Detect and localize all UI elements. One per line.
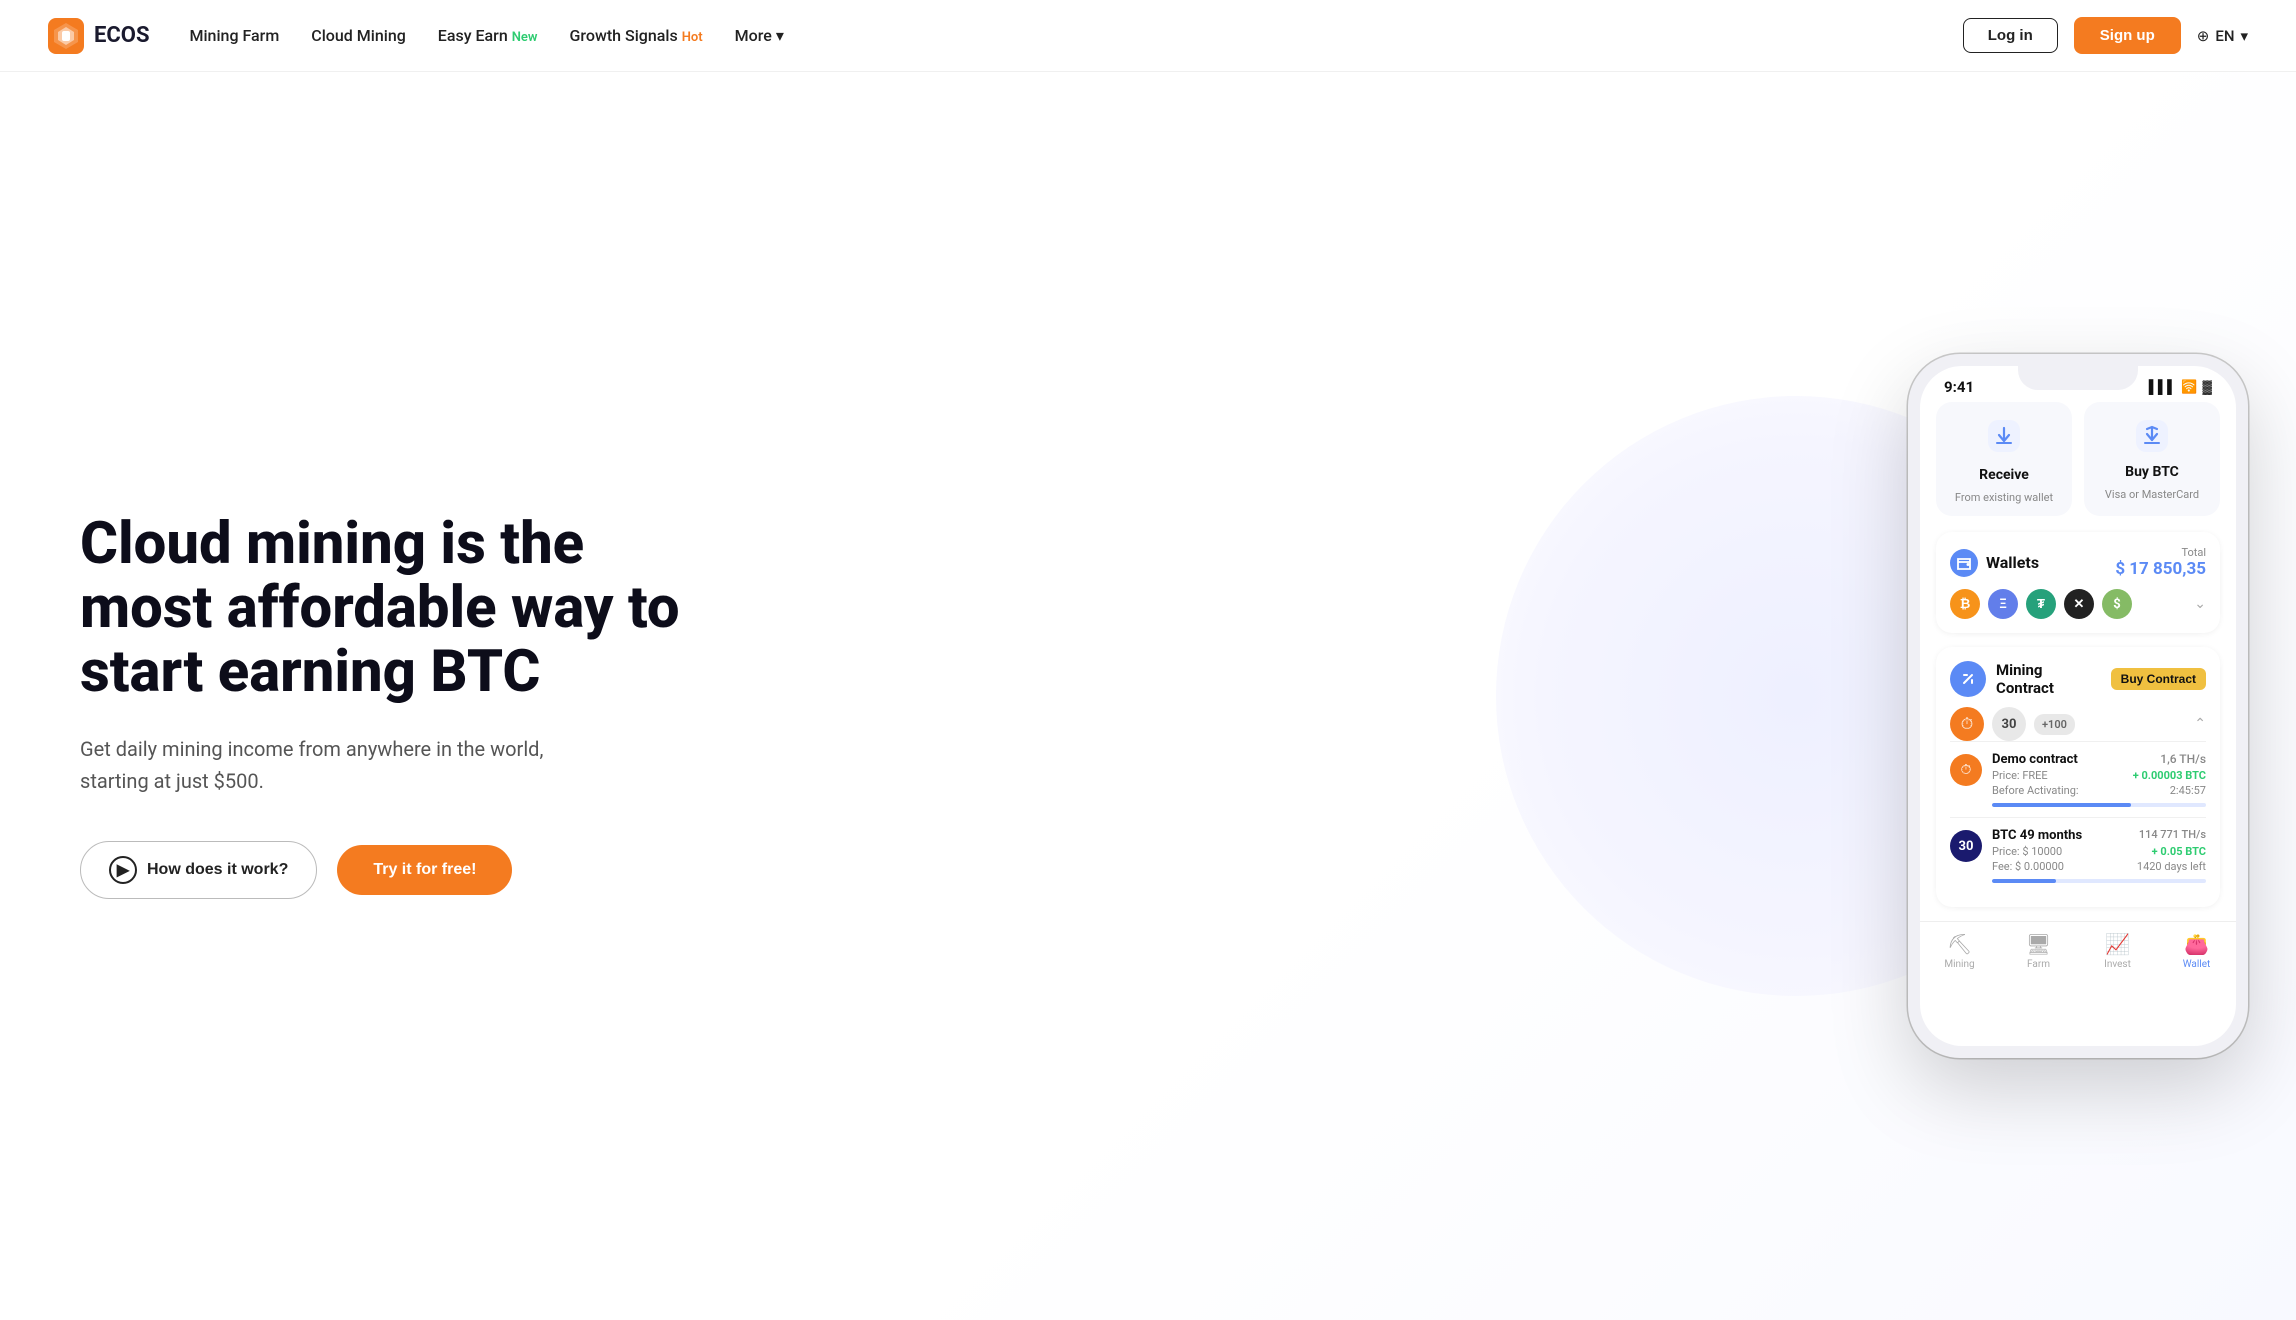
phone-content: Receive From existing wallet	[1920, 402, 2236, 994]
btc-contract-item: 30 BTC 49 months 114 771 TH/s Price: $ 1…	[1950, 817, 2206, 893]
demo-contract-time: Before Activating: 2:45:57	[1992, 784, 2206, 797]
btc-contract-progress-fill	[1992, 879, 2056, 883]
phone-inner: 9:41 ▌▌▌ 🛜 ▓	[1920, 366, 2236, 1046]
mining-header: Mining Contract Buy Contract	[1950, 661, 2206, 697]
play-icon: ▶	[109, 856, 137, 884]
demo-contract-progress	[1992, 803, 2206, 807]
btc-contract-title: BTC 49 months 114 771 TH/s	[1992, 828, 2206, 843]
wallet-title: Wallets	[1950, 549, 2039, 577]
btc-contract-detail2: Fee: $ 0.00000 1420 days left	[1992, 860, 2206, 873]
contracts-icons: ⏱ 30 +100 ⌃	[1950, 707, 2206, 741]
navbar-left: ECOS Mining Farm Cloud Mining Easy EarnN…	[48, 18, 784, 54]
bottom-nav-farm[interactable]: 🖥 Farm	[1999, 932, 2078, 970]
phone-notch	[2018, 366, 2138, 390]
wallet-coins: ₿ Ξ ₮ ✕ $ ⌄	[1950, 589, 2206, 619]
phone-mockup: 9:41 ▌▌▌ 🛜 ▓	[1908, 354, 2248, 1058]
logo[interactable]: ECOS	[48, 18, 149, 54]
demo-contract-item: ⏱ Demo contract 1,6 TH/s Price: FREE + 0…	[1950, 741, 2206, 817]
wallet-header: Wallets Total $ 17 850,35	[1950, 546, 2206, 579]
coin-btc: ₿	[1950, 589, 1980, 619]
wallet-total: Total $ 17 850,35	[2115, 546, 2206, 579]
mining-nav-icon: ⛏	[1947, 932, 1972, 956]
btc-contract-body: BTC 49 months 114 771 TH/s Price: $ 1000…	[1992, 828, 2206, 883]
chevron-up-icon[interactable]: ⌃	[2194, 716, 2206, 732]
action-row: Receive From existing wallet	[1936, 402, 2220, 516]
bottom-nav-invest[interactable]: 📈 Invest	[2078, 932, 2157, 970]
hero-title: Cloud mining is the most affordable way …	[80, 513, 720, 704]
navbar-right: Log in Sign up ⊕ EN ▾	[1963, 17, 2248, 54]
btc-contract-days-badge: 30	[1950, 830, 1982, 862]
badge-hot: Hot	[682, 30, 703, 45]
farm-nav-icon: 🖥	[2026, 932, 2051, 956]
hero-section: Cloud mining is the most affordable way …	[0, 72, 2296, 1320]
logo-icon	[48, 18, 84, 54]
contract-more-badge: +100	[2034, 714, 2075, 735]
receive-icon	[1988, 420, 2020, 459]
receive-subtitle: From existing wallet	[1955, 491, 2053, 504]
brand-name: ECOS	[94, 23, 149, 48]
signal-icon: ▌▌▌	[2149, 379, 2177, 395]
wifi-icon: 🛜	[2181, 380, 2197, 395]
navbar: ECOS Mining Farm Cloud Mining Easy EarnN…	[0, 0, 2296, 72]
bottom-nav-wallet[interactable]: 👛 Wallet	[2157, 932, 2236, 970]
buy-btc-subtitle: Visa or MasterCard	[2105, 488, 2199, 501]
nav-easy-earn[interactable]: Easy EarnNew	[438, 26, 538, 45]
how-it-works-button[interactable]: ▶ How does it work?	[80, 841, 317, 899]
contract-timer-icon: ⏱	[1950, 707, 1984, 741]
nav-mining-farm[interactable]: Mining Farm	[189, 26, 279, 45]
phone-outer: 9:41 ▌▌▌ 🛜 ▓	[1908, 354, 2248, 1058]
nav-cloud-mining[interactable]: Cloud Mining	[311, 26, 406, 45]
wallet-section: Wallets Total $ 17 850,35 ₿ Ξ ₮ ✕	[1936, 532, 2220, 633]
wallet-total-value: $ 17 850,35	[2115, 559, 2206, 579]
coin-usdt: ₮	[2026, 589, 2056, 619]
btc-contract-progress	[1992, 879, 2206, 883]
try-free-button[interactable]: Try it for free!	[337, 845, 512, 895]
mining-title: Mining Contract	[1996, 661, 2101, 697]
buy-btc-icon	[2136, 420, 2168, 456]
demo-contract-detail: Price: FREE + 0.00003 BTC	[1992, 769, 2206, 782]
login-button[interactable]: Log in	[1963, 18, 2058, 53]
chevron-down-icon[interactable]: ⌄	[2194, 596, 2206, 612]
coin-usd: $	[2102, 589, 2132, 619]
mining-icon	[1950, 661, 1986, 697]
download-icon: ⊕	[2197, 27, 2210, 45]
hero-buttons: ▶ How does it work? Try it for free!	[80, 841, 720, 899]
contract-days-badge: 30	[1992, 707, 2026, 741]
buy-btc-card: Buy BTC Visa or MasterCard	[2084, 402, 2220, 516]
battery-icon: ▓	[2203, 379, 2212, 395]
demo-contract-title: Demo contract 1,6 TH/s	[1992, 752, 2206, 767]
status-time: 9:41	[1944, 378, 1974, 396]
chevron-down-icon: ▾	[776, 26, 784, 45]
btc-contract-detail1: Price: $ 10000 + 0.05 BTC	[1992, 845, 2206, 858]
nav-more[interactable]: More ▾	[735, 26, 784, 45]
language-selector[interactable]: ⊕ EN ▾	[2197, 27, 2248, 45]
signup-button[interactable]: Sign up	[2074, 17, 2181, 54]
demo-contract-icon: ⏱	[1950, 754, 1982, 786]
receive-title: Receive	[1979, 467, 2029, 483]
nav-links: Mining Farm Cloud Mining Easy EarnNew Gr…	[189, 26, 783, 45]
buy-btc-title: Buy BTC	[2125, 464, 2179, 480]
coin-eth: Ξ	[1988, 589, 2018, 619]
invest-nav-icon: 📈	[2105, 932, 2130, 956]
status-icons: ▌▌▌ 🛜 ▓	[2149, 379, 2212, 395]
bottom-nav-mining[interactable]: ⛏ Mining	[1920, 932, 1999, 970]
receive-card: Receive From existing wallet	[1936, 402, 2072, 516]
badge-new: New	[512, 30, 538, 45]
coin-xrp: ✕	[2064, 589, 2094, 619]
hero-content: Cloud mining is the most affordable way …	[80, 513, 720, 898]
bottom-nav: ⛏ Mining 🖥 Farm 📈 Invest 👛	[1920, 921, 2236, 978]
wallet-nav-icon: 👛	[2184, 932, 2209, 956]
demo-contract-progress-fill	[1992, 803, 2131, 807]
mining-contract-section: Mining Contract Buy Contract ⏱ 30 +100 ⌃…	[1936, 647, 2220, 907]
nav-growth-signals[interactable]: Growth SignalsHot	[570, 26, 703, 45]
wallet-total-label: Total	[2115, 546, 2206, 559]
hero-subtitle: Get daily mining income from anywhere in…	[80, 733, 600, 797]
demo-contract-body: Demo contract 1,6 TH/s Price: FREE + 0.0…	[1992, 752, 2206, 807]
buy-contract-button[interactable]: Buy Contract	[2111, 668, 2206, 690]
chevron-down-icon: ▾	[2240, 27, 2248, 45]
